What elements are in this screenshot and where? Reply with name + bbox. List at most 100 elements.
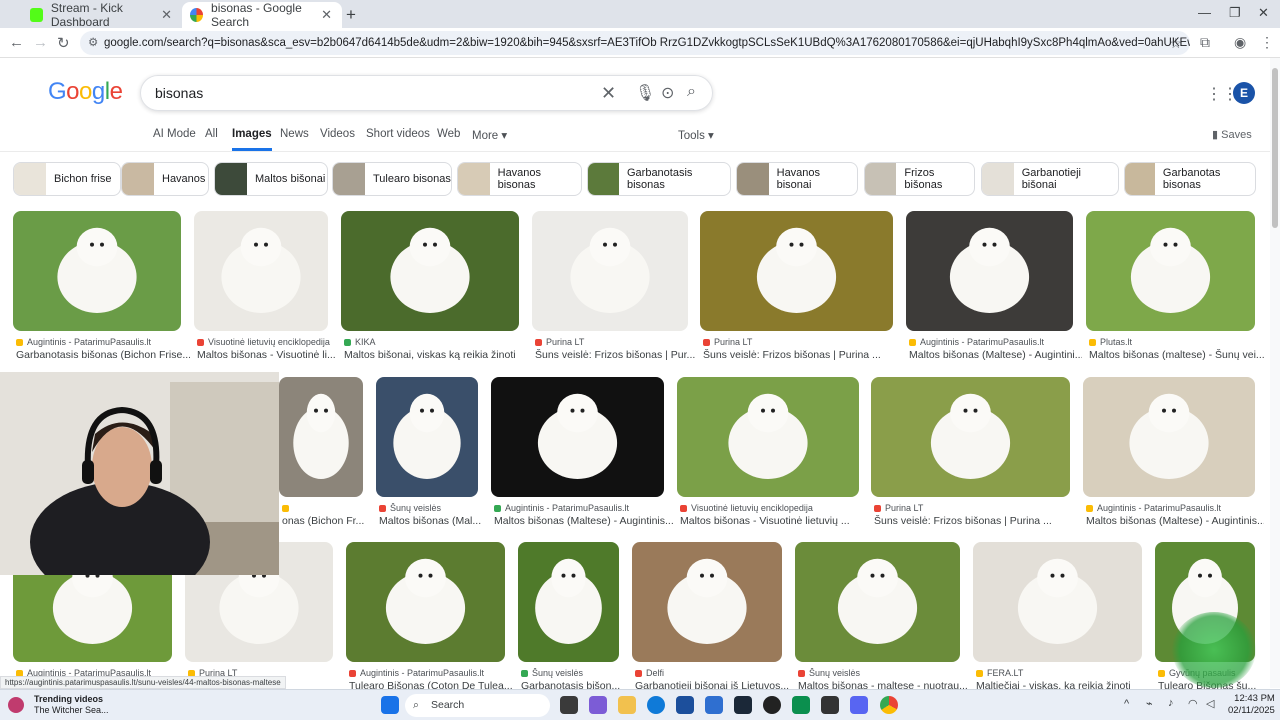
chip-10[interactable]: Garbanotas bisonas xyxy=(1124,162,1256,196)
image-result-thumbnail[interactable] xyxy=(700,211,893,331)
result-title[interactable]: onas (Bichon Fr... xyxy=(282,515,372,527)
result-source[interactable]: Purina LT xyxy=(703,337,900,347)
microphone-tray-icon[interactable]: ♪ xyxy=(1168,697,1174,709)
taskbar-clock[interactable]: 12:43 PM 02/11/2025 xyxy=(1228,693,1275,717)
result-title[interactable]: Maltos bišonas (Maltese) - Augintinis... xyxy=(494,515,673,527)
result-source[interactable]: Šunų veislės xyxy=(521,668,626,678)
image-result-thumbnail[interactable] xyxy=(518,542,619,662)
chip-5[interactable]: Havanos bisonas xyxy=(457,162,582,196)
file-explorer-icon[interactable] xyxy=(618,696,636,714)
result-title[interactable]: Šuns veislė: Frizos bišonas | Purina ... xyxy=(703,349,902,361)
chip-7[interactable]: Havanos bisonai xyxy=(736,162,858,196)
tab-short-videos[interactable]: Short videos xyxy=(366,128,430,140)
result-source[interactable]: Augintinis - PatarimuPasaulis.lt xyxy=(1086,503,1262,513)
result-source[interactable]: Augintinis - PatarimuPasaulis.lt xyxy=(16,337,188,347)
image-result-thumbnail[interactable] xyxy=(871,377,1070,497)
site-info-icon[interactable]: ⚙ xyxy=(88,31,98,55)
result-source[interactable]: Šunų veislės xyxy=(798,668,967,678)
store-icon[interactable] xyxy=(676,696,694,714)
copilot-icon[interactable] xyxy=(589,696,607,714)
lens-icon[interactable]: ⊙ xyxy=(661,83,674,103)
result-source[interactable]: Augintinis - PatarimuPasaulis.lt xyxy=(494,503,671,513)
chrome-icon[interactable] xyxy=(880,696,898,714)
image-result-thumbnail[interactable] xyxy=(376,377,478,497)
image-result-thumbnail[interactable] xyxy=(973,542,1142,662)
result-source[interactable]: Delfi xyxy=(635,668,789,678)
tab-kick-dashboard[interactable]: Stream - Kick Dashboard ✕ xyxy=(22,1,182,29)
bookmark-star-icon[interactable]: ☆ xyxy=(1169,31,1182,55)
result-title[interactable]: Maltos bišonas (maltese) - Šunų vei... xyxy=(1089,349,1264,361)
chip-2[interactable]: Havanos xyxy=(121,162,209,196)
menu-icon[interactable]: ⋮ xyxy=(1260,34,1274,51)
result-source[interactable]: Visuotinė lietuvių enciklopedija xyxy=(680,503,866,513)
scrollbar-thumb[interactable] xyxy=(1272,68,1278,228)
chip-4[interactable]: Tulearo bisonas xyxy=(332,162,452,196)
extensions-icon[interactable]: ⧉ xyxy=(1200,34,1210,51)
search-icon[interactable]: ⌕ xyxy=(687,83,696,101)
image-result-thumbnail[interactable] xyxy=(13,211,181,331)
forward-icon[interactable]: → xyxy=(33,34,48,51)
result-title[interactable]: Maltos bišonas - Visuotinė lietuvių ... xyxy=(680,515,868,527)
result-title[interactable]: Maltos bišonai, viskas ką reikia žinoti xyxy=(344,349,528,361)
tab-news[interactable]: News xyxy=(280,128,309,140)
image-result-thumbnail[interactable] xyxy=(677,377,859,497)
taskbar-search[interactable]: ⌕ Search xyxy=(405,694,550,717)
network-icon[interactable]: ⌁ xyxy=(1146,697,1153,710)
image-result-thumbnail[interactable] xyxy=(194,211,328,331)
search-input[interactable]: bisonas xyxy=(155,85,203,101)
new-tab-icon[interactable]: + xyxy=(346,5,356,25)
result-source[interactable]: FERA.LT xyxy=(976,668,1149,678)
result-source[interactable]: KIKA xyxy=(344,337,526,347)
saves-button[interactable]: ▮ Saves xyxy=(1212,128,1252,141)
tab-all[interactable]: All xyxy=(205,128,218,140)
microphone-icon[interactable]: 🎙 xyxy=(635,83,655,103)
tab-more[interactable]: More ▾ xyxy=(472,128,507,142)
volume-icon[interactable]: ◁ xyxy=(1206,697,1214,710)
result-title[interactable]: Maltos bišonas - Visuotinė li... xyxy=(197,349,337,361)
result-title[interactable]: Maltos bišonas (Maltese) - Augintini... xyxy=(909,349,1082,361)
task-view-icon[interactable] xyxy=(560,696,578,714)
result-source[interactable]: Augintinis - PatarimuPasaulis.lt xyxy=(909,337,1080,347)
tab-ai-mode[interactable]: AI Mode xyxy=(153,128,196,140)
result-source[interactable]: Purina LT xyxy=(874,503,1077,513)
chip-3[interactable]: Maltos bišonai xyxy=(214,162,328,196)
image-result-thumbnail[interactable] xyxy=(532,211,688,331)
avatar[interactable]: E xyxy=(1233,82,1255,104)
search-bar[interactable]: bisonas ✕ 🎙 ⊙ ⌕ xyxy=(140,75,713,111)
profile-icon[interactable]: ◉ xyxy=(1234,34,1246,51)
chip-8[interactable]: Frizos bišonas xyxy=(864,162,975,196)
result-title[interactable]: Maltos bišonas (Maltese) - Augintinis... xyxy=(1086,515,1264,527)
kick-app-icon[interactable] xyxy=(792,696,810,714)
result-source[interactable] xyxy=(282,503,370,513)
address-bar[interactable]: ⚙ google.com/search?q=bisonas&sca_esv=b2… xyxy=(80,31,1190,55)
result-title[interactable]: Šuns veislė: Frizos bišonas | Pur... xyxy=(535,349,697,361)
result-title[interactable]: Garbanotasis bišonas (Bichon Frise... xyxy=(16,349,190,361)
result-source[interactable]: Purina LT xyxy=(535,337,695,347)
reload-icon[interactable]: ↻ xyxy=(57,34,70,52)
tab-videos[interactable]: Videos xyxy=(320,128,355,140)
windows-start-icon[interactable] xyxy=(381,696,399,714)
obs-icon[interactable] xyxy=(763,696,781,714)
close-icon[interactable]: ✕ xyxy=(321,7,332,23)
tab-google-search[interactable]: bisonas - Google Search ✕ xyxy=(182,1,342,29)
result-source[interactable]: Visuotinė lietuvių enciklopedija xyxy=(197,337,335,347)
edge-icon[interactable] xyxy=(647,696,665,714)
tab-web[interactable]: Web xyxy=(437,128,460,140)
outlook-icon[interactable] xyxy=(705,696,723,714)
image-result-thumbnail[interactable] xyxy=(279,377,363,497)
chevron-up-icon[interactable]: ^ xyxy=(1124,698,1129,710)
result-title[interactable]: Maltos bišonas (Mal... xyxy=(379,515,487,527)
chip-9[interactable]: Garbanotieji bišonai xyxy=(981,162,1119,196)
close-icon[interactable]: ✕ xyxy=(161,7,172,23)
wifi-icon[interactable]: ◠ xyxy=(1188,697,1198,710)
result-title[interactable]: Šuns veislė: Frizos bišonas | Purina ... xyxy=(874,515,1079,527)
discord-icon[interactable] xyxy=(850,696,868,714)
google-logo[interactable]: Google xyxy=(48,78,123,106)
image-result-thumbnail[interactable] xyxy=(1086,211,1255,331)
image-result-thumbnail[interactable] xyxy=(906,211,1073,331)
image-result-thumbnail[interactable] xyxy=(341,211,519,331)
app-icon[interactable] xyxy=(821,696,839,714)
image-result-thumbnail[interactable] xyxy=(346,542,505,662)
clear-icon[interactable]: ✕ xyxy=(601,83,616,104)
chip-6[interactable]: Garbanotasis bisonas xyxy=(587,162,731,196)
